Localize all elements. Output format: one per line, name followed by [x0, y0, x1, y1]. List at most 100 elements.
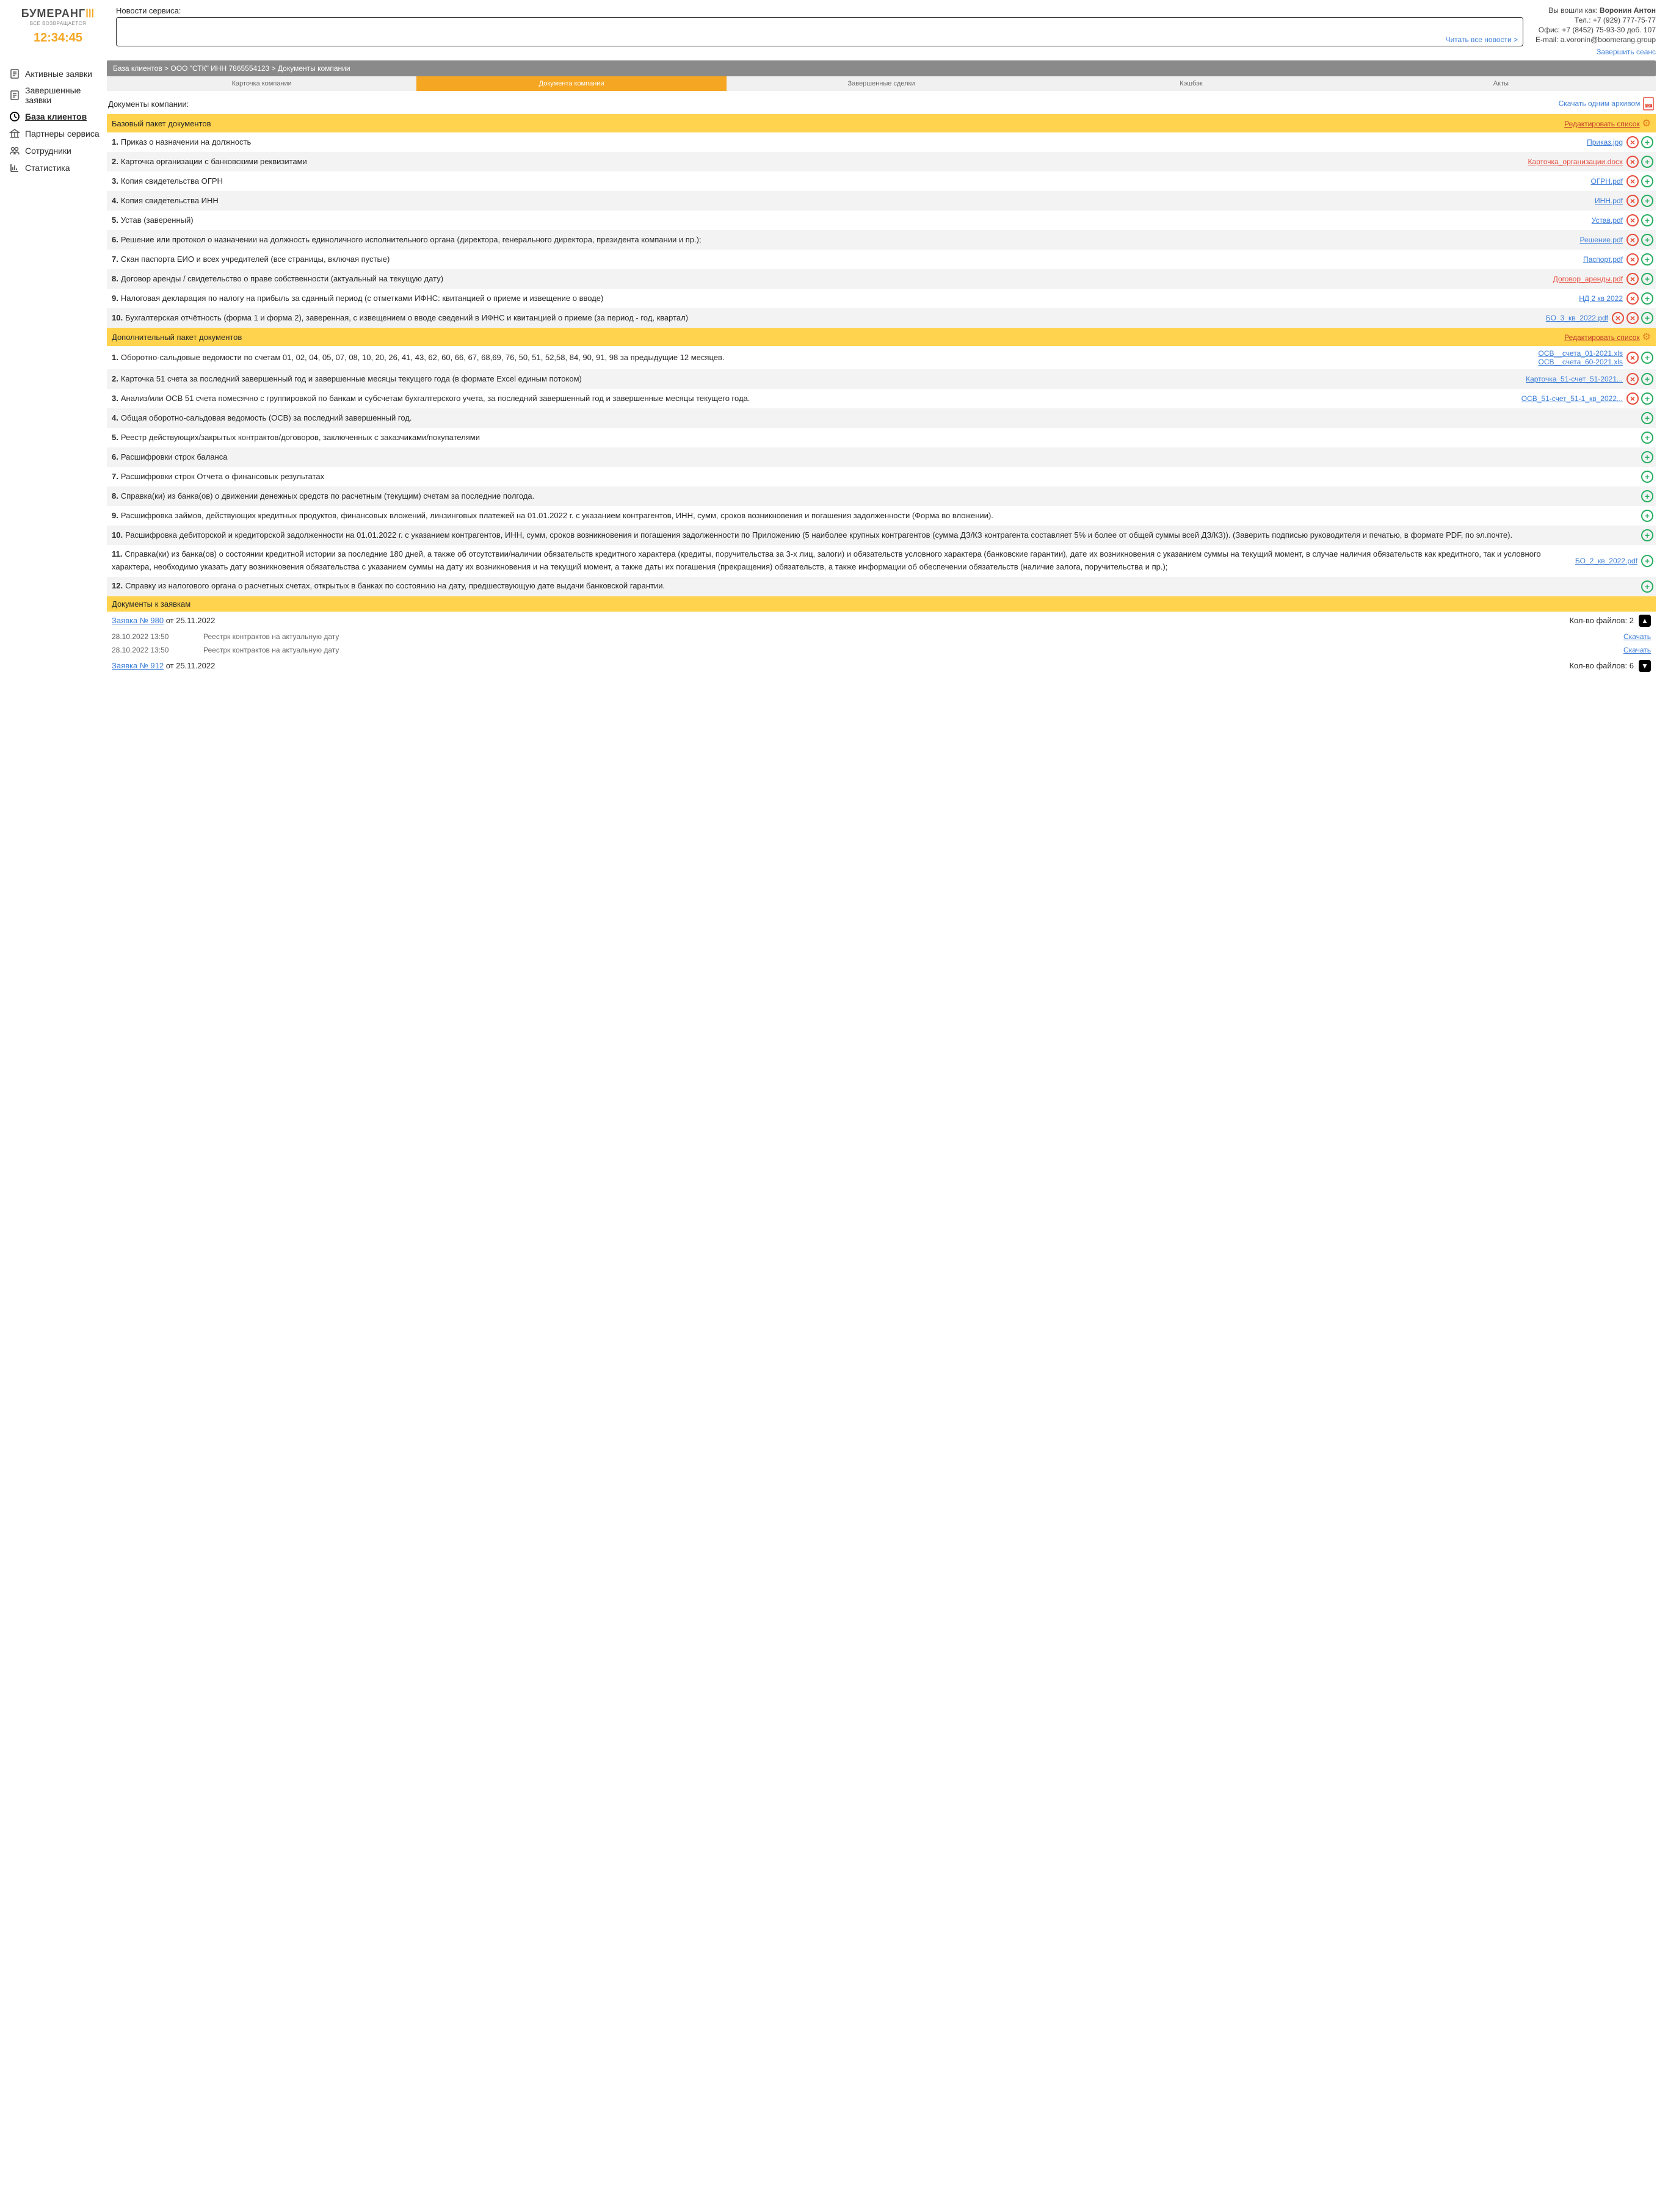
add-icon[interactable]: +: [1641, 312, 1653, 324]
nav-item-3[interactable]: Партнеры сервиса: [9, 125, 107, 142]
file-link[interactable]: Решение.pdf: [1580, 236, 1623, 244]
add-icon[interactable]: +: [1641, 214, 1653, 226]
download-archive[interactable]: Скачать одним архивом: [1559, 99, 1641, 107]
bank-icon: [9, 128, 20, 139]
extra-package-header: Дополнительный пакет документов Редактир…: [107, 328, 1656, 346]
tab-1[interactable]: Документа компании: [416, 76, 726, 91]
doc-row: 3.Анализ/или ОСВ 51 счета помесячно с гр…: [107, 389, 1656, 408]
add-icon[interactable]: +: [1641, 510, 1653, 522]
add-icon[interactable]: +: [1641, 352, 1653, 364]
delete-icon[interactable]: ×: [1626, 234, 1639, 246]
tab-0[interactable]: Карточка компании: [107, 76, 416, 91]
request-link[interactable]: Заявка № 912: [112, 661, 164, 670]
file-link[interactable]: Паспорт.pdf: [1583, 255, 1623, 264]
delete-icon[interactable]: ×: [1626, 273, 1639, 285]
delete-icon[interactable]: ×: [1626, 253, 1639, 266]
doc-row: 2.Карточка 51 счета за последний заверше…: [107, 369, 1656, 389]
nav-item-1[interactable]: Завершенные заявки: [9, 82, 107, 108]
file-link[interactable]: ИНН.pdf: [1595, 197, 1623, 205]
logo-block: БУМЕРАНГⲼ ВСЁ ВОЗВРАЩАЕТСЯ 12:34:45: [12, 6, 104, 45]
tab-2[interactable]: Завершенные сделки: [727, 76, 1036, 91]
toggle-icon[interactable]: ▲: [1639, 615, 1651, 627]
delete-icon[interactable]: ×: [1626, 392, 1639, 405]
doc-row: 8.Справка(ки) из банка(ов) о движении де…: [107, 486, 1656, 506]
add-icon[interactable]: +: [1641, 451, 1653, 463]
add-icon[interactable]: +: [1641, 156, 1653, 168]
add-icon[interactable]: +: [1641, 471, 1653, 483]
doc-row: 4.Копия свидетельства ИННИНН.pdf×+: [107, 191, 1656, 211]
download-link[interactable]: Скачать: [1623, 646, 1651, 654]
file-link[interactable]: Приказ.jpg: [1587, 138, 1623, 146]
delete-icon[interactable]: ×: [1626, 156, 1639, 168]
delete-icon[interactable]: ×: [1626, 136, 1639, 148]
edit-extra-list[interactable]: Редактировать список: [1564, 333, 1640, 342]
apps-header: Документы к заявкам: [107, 596, 1656, 612]
delete-icon[interactable]: ×: [1626, 195, 1639, 207]
edit-basic-list[interactable]: Редактировать список: [1564, 120, 1640, 128]
request-file-row: 28.10.2022 13:50Реестрк контрактов на ак…: [107, 643, 1656, 657]
add-icon[interactable]: +: [1641, 195, 1653, 207]
delete-icon[interactable]: ×: [1626, 214, 1639, 226]
doc-icon: [9, 90, 20, 101]
doc-row: 5.Устав (заверенный)Устав.pdf×+: [107, 211, 1656, 230]
request-header: Заявка № 980 от 25.11.2022Кол-во файлов:…: [107, 612, 1656, 630]
file-link[interactable]: Карточка_51-счет_51-2021...: [1526, 375, 1623, 383]
add-icon[interactable]: +: [1641, 234, 1653, 246]
delete-icon[interactable]: ×: [1626, 373, 1639, 385]
news-read-all[interactable]: Читать все новости >: [1445, 35, 1518, 44]
gear-icon[interactable]: ⚙: [1642, 332, 1651, 342]
download-link[interactable]: Скачать: [1623, 632, 1651, 641]
nav-item-2[interactable]: База клиентов: [9, 108, 107, 125]
delete-icon[interactable]: ×: [1626, 352, 1639, 364]
news-label: Новости сервиса:: [116, 6, 1523, 15]
add-icon[interactable]: +: [1641, 273, 1653, 285]
delete-icon[interactable]: ×: [1626, 312, 1639, 324]
toggle-icon[interactable]: ▼: [1639, 660, 1651, 672]
logout-link[interactable]: Завершить сеанс: [1597, 48, 1656, 56]
file-link[interactable]: БО_2_кв_2022.pdf: [1575, 557, 1637, 565]
user-info: Вы вошли как: Воронин Антон Тел.: +7 (92…: [1536, 6, 1656, 57]
delete-icon[interactable]: ×: [1626, 175, 1639, 187]
tab-4[interactable]: Акты: [1346, 76, 1656, 91]
nav-item-0[interactable]: Активные заявки: [9, 65, 107, 82]
file-link[interactable]: ОГРН.pdf: [1590, 177, 1623, 186]
file-link[interactable]: Карточка_организации.docx: [1528, 157, 1623, 166]
tab-3[interactable]: Кэшбэк: [1036, 76, 1346, 91]
doc-row: 1.Приказ о назначении на должностьПриказ…: [107, 132, 1656, 152]
add-icon[interactable]: +: [1641, 175, 1653, 187]
doc-row: 1.Оборотно-сальдовые ведомости по счетам…: [107, 346, 1656, 369]
file-link[interactable]: ОСВ__счета_60-2021.xls: [1539, 358, 1623, 366]
add-icon[interactable]: +: [1641, 373, 1653, 385]
file-link[interactable]: НД 2 кв 2022: [1579, 294, 1623, 303]
delete-icon[interactable]: ×: [1612, 312, 1624, 324]
doc-row: 9.Расшифровка займов, действующих кредит…: [107, 506, 1656, 526]
request-link[interactable]: Заявка № 980: [112, 616, 164, 625]
file-link[interactable]: БО_3_кв_2022.pdf: [1546, 314, 1608, 322]
add-icon[interactable]: +: [1641, 529, 1653, 541]
add-icon[interactable]: +: [1641, 580, 1653, 593]
breadcrumb: База клиентов > ООО "СТК" ИНН 7865554123…: [107, 60, 1656, 76]
add-icon[interactable]: +: [1641, 412, 1653, 424]
add-icon[interactable]: +: [1641, 392, 1653, 405]
doc-row: 3.Копия свидетельства ОГРНОГРН.pdf×+: [107, 172, 1656, 191]
nav-item-4[interactable]: Сотрудники: [9, 142, 107, 159]
delete-icon[interactable]: ×: [1626, 292, 1639, 305]
gear-icon[interactable]: ⚙: [1642, 118, 1651, 129]
add-icon[interactable]: +: [1641, 292, 1653, 305]
file-link[interactable]: Договор_аренды.pdf: [1553, 275, 1623, 283]
doc-row: 5.Реестр действующих/закрытых контрактов…: [107, 428, 1656, 447]
doc-row: 10.Бухгалтерская отчётность (форма 1 и ф…: [107, 308, 1656, 328]
add-icon[interactable]: +: [1641, 432, 1653, 444]
pdf-icon[interactable]: PDF: [1642, 97, 1655, 110]
add-icon[interactable]: +: [1641, 136, 1653, 148]
nav-item-5[interactable]: Статистика: [9, 159, 107, 176]
file-link[interactable]: ОСВ__счета_01-2021.xls: [1539, 349, 1623, 358]
clock-icon: [9, 111, 20, 122]
doc-icon: [9, 68, 20, 79]
add-icon[interactable]: +: [1641, 253, 1653, 266]
file-link[interactable]: ОСВ_51-счет_51-1_кв_2022...: [1521, 394, 1623, 403]
file-link[interactable]: Устав.pdf: [1592, 216, 1623, 225]
clock: 12:34:45: [12, 31, 104, 45]
add-icon[interactable]: +: [1641, 555, 1653, 567]
add-icon[interactable]: +: [1641, 490, 1653, 502]
